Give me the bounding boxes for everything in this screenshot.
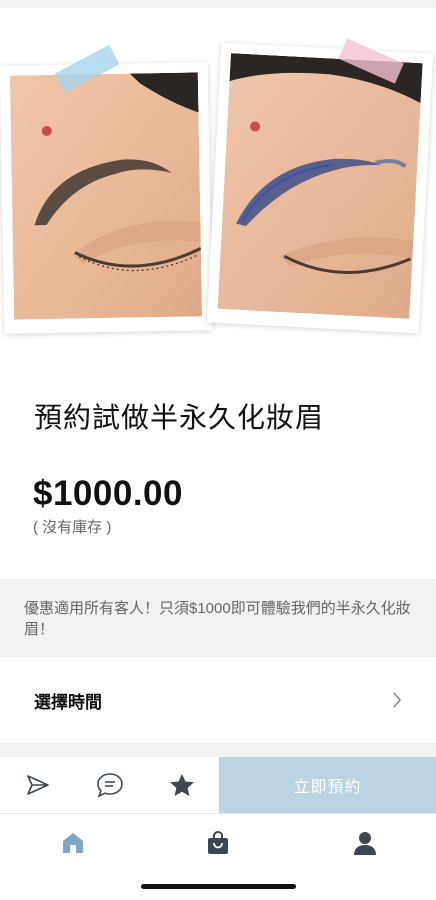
section-divider <box>0 743 436 757</box>
product-description: 優惠適用所有客人！只須$1000即可體驗我們的半永久化妝眉！ <box>0 579 436 657</box>
after-eyebrow-sketch-photo <box>206 42 434 334</box>
action-bar: 立即預約 <box>0 757 436 813</box>
select-time-label: 選擇時間 <box>34 692 102 712</box>
product-price: $1000.00 <box>33 474 183 513</box>
home-indicator[interactable] <box>141 884 296 889</box>
book-now-button[interactable]: 立即預約 <box>219 757 436 813</box>
profile-icon[interactable] <box>350 828 380 858</box>
before-eyebrow-photo <box>0 62 213 334</box>
home-icon[interactable] <box>58 828 88 858</box>
stock-status: ( 沒有庫存 ) <box>33 519 112 536</box>
chat-icon[interactable] <box>96 771 124 799</box>
top-divider <box>0 0 436 8</box>
star-icon[interactable] <box>168 771 196 799</box>
select-time-row[interactable]: 選擇時間 <box>0 657 436 743</box>
chevron-right-icon <box>392 692 402 708</box>
product-title: 預約試做半永久化妝眉 <box>34 402 325 433</box>
shopping-bag-icon[interactable] <box>203 828 233 858</box>
send-icon[interactable] <box>24 771 52 799</box>
